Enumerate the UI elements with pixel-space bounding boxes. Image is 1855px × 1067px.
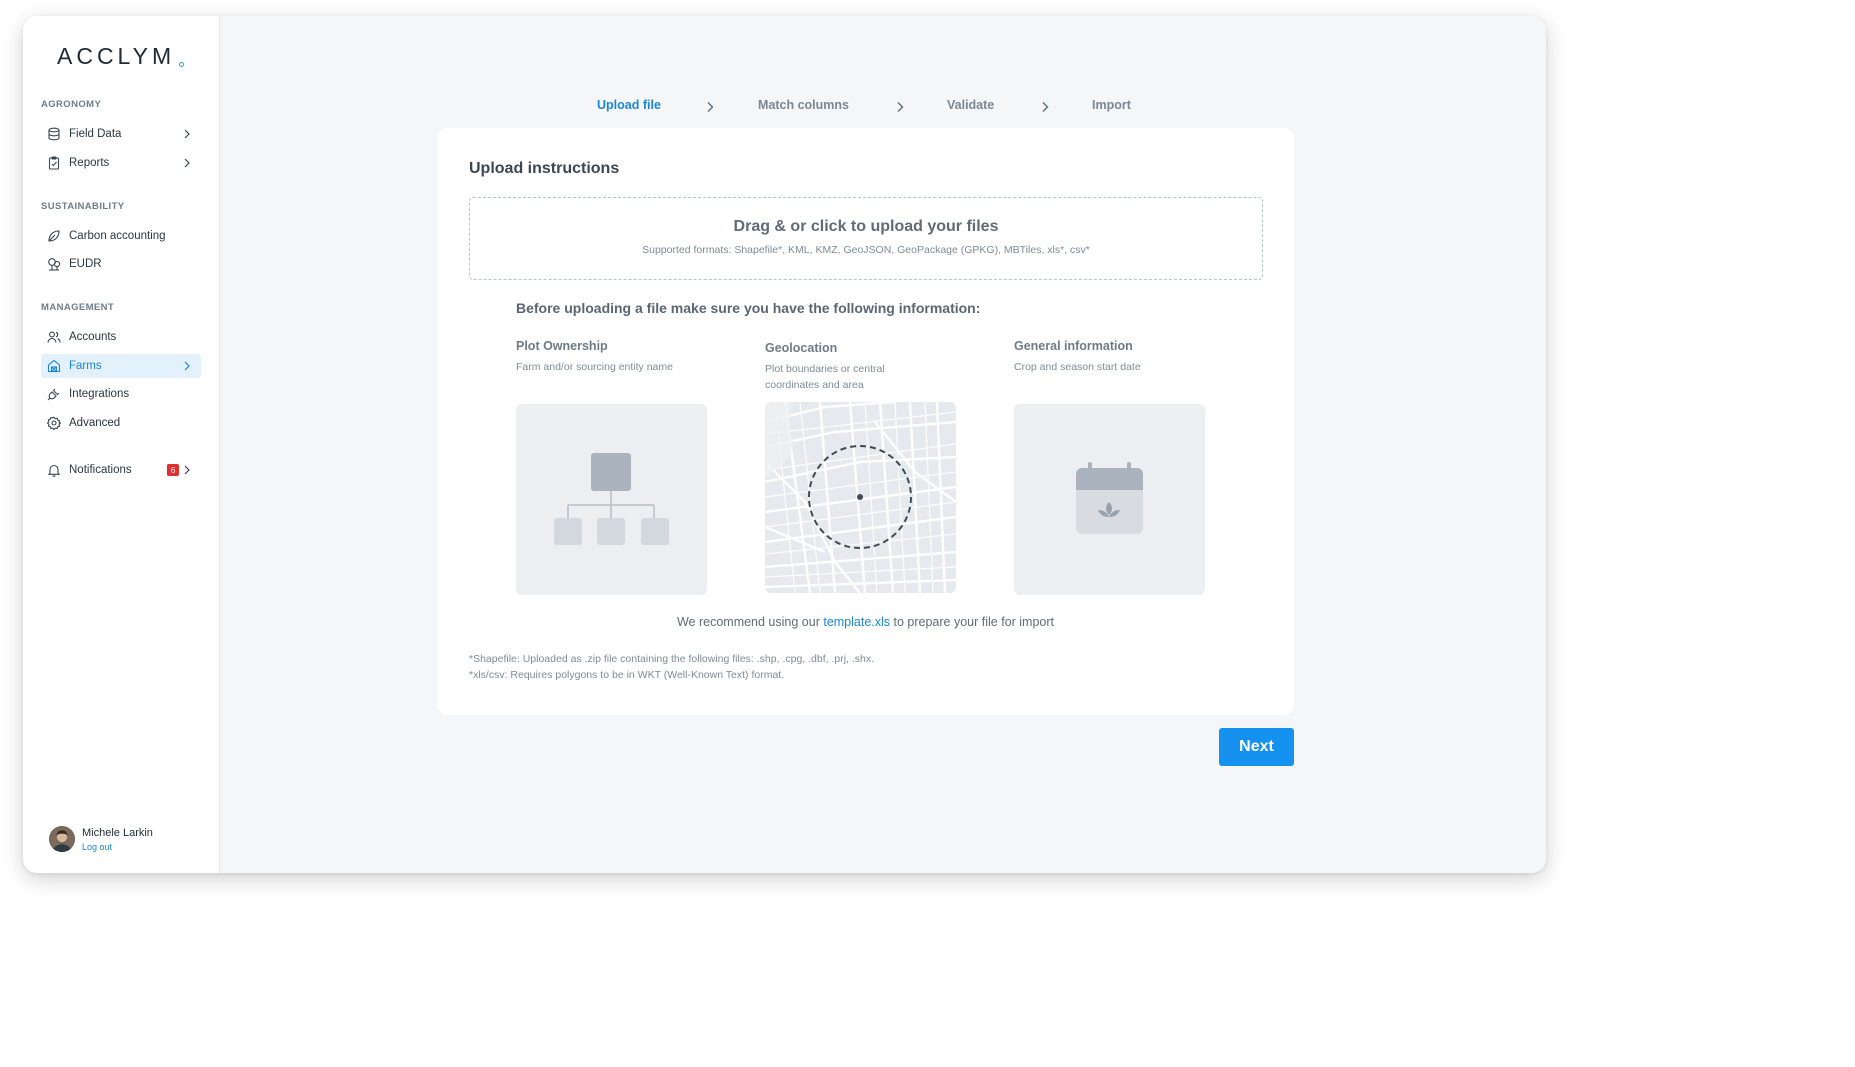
app-window: ACCLYM AGRONOMY Field Data Reports SUSTA…	[23, 16, 1546, 873]
logout-link[interactable]: Log out	[82, 842, 153, 852]
sidebar-item-label: EUDR	[69, 258, 102, 270]
chevron-right-icon	[184, 158, 190, 168]
sidebar-item-reports[interactable]: Reports	[41, 151, 201, 175]
sidebar-item-label: Accounts	[69, 331, 117, 343]
chevron-right-icon	[184, 465, 190, 475]
footnote-xls-csv: *xls/csv: Requires polygons to be in WKT…	[469, 669, 785, 681]
chevron-right-icon	[184, 129, 190, 139]
sidebar-item-label: Carbon accounting	[69, 230, 166, 242]
requirement-desc: Crop and season start date	[1014, 361, 1141, 373]
requirement-title: General information	[1014, 339, 1133, 353]
gear-icon	[47, 416, 61, 430]
step-match-columns[interactable]: Match columns	[758, 98, 849, 112]
notification-count-badge: 6	[167, 464, 179, 476]
requirement-plot-ownership: Plot Ownership Farm and/or sourcing enti…	[516, 339, 708, 375]
sidebar-item-label: Field Data	[69, 128, 122, 140]
users-icon	[47, 330, 61, 344]
sidebar-item-label: Notifications	[69, 464, 132, 476]
recommend-prefix: We recommend using our	[676, 615, 824, 629]
requirement-title: Geolocation	[765, 341, 838, 355]
logo: ACCLYM	[57, 43, 176, 69]
requirements-heading: Before uploading a file make sure you ha…	[516, 300, 981, 316]
step-import[interactable]: Import	[1092, 98, 1131, 112]
sidebar-item-integrations[interactable]: Integrations	[41, 382, 201, 406]
requirement-desc-line: coordinates and area	[765, 379, 864, 391]
sidebar-item-label: Integrations	[69, 388, 130, 400]
user-name: Michele Larkin	[82, 826, 153, 839]
requirement-desc: Farm and/or sourcing entity name	[516, 361, 673, 373]
requirement-geolocation: Geolocation Plot boundaries or central c…	[765, 341, 957, 393]
requirement-title: Plot Ownership	[516, 339, 608, 353]
bell-icon	[47, 463, 61, 477]
chevron-right-icon	[184, 361, 190, 371]
farm-icon	[47, 359, 61, 373]
general-information-tile	[1014, 404, 1205, 595]
trees-icon	[47, 257, 61, 271]
sidebar: ACCLYM AGRONOMY Field Data Reports SUSTA…	[23, 16, 220, 873]
sidebar-item-notifications[interactable]: Notifications 6	[41, 458, 201, 482]
section-title-sustainability: SUSTAINABILITY	[41, 201, 125, 212]
sidebar-item-farms[interactable]: Farms	[41, 354, 201, 378]
avatar[interactable]	[49, 826, 75, 852]
section-title-agronomy: AGRONOMY	[41, 99, 102, 110]
footnote-shapefile: *Shapefile: Uploaded as .zip file contai…	[469, 653, 875, 665]
logo-dot	[179, 62, 184, 67]
recommend-suffix: to prepare your file for import	[890, 615, 1055, 629]
sidebar-item-accounts[interactable]: Accounts	[41, 325, 201, 349]
section-title-management: MANAGEMENT	[41, 302, 115, 313]
map-icon	[765, 402, 956, 593]
file-dropzone[interactable]: Drag & or click to upload your files Sup…	[469, 197, 1263, 280]
chevron-right-icon	[707, 102, 714, 112]
plug-icon	[47, 387, 61, 401]
sidebar-item-eudr[interactable]: EUDR	[41, 252, 201, 276]
requirement-desc: Plot boundaries or central coordinates a…	[765, 361, 957, 393]
upload-card: Upload instructions Drag & or click to u…	[437, 128, 1294, 715]
sidebar-item-carbon-accounting[interactable]: Carbon accounting	[41, 224, 201, 248]
chevron-right-icon	[1042, 102, 1049, 112]
requirement-general-information: General information Crop and season star…	[1014, 339, 1206, 375]
leaf-icon	[47, 229, 61, 243]
calendar-icon	[1076, 462, 1143, 534]
geolocation-tile	[765, 402, 956, 593]
next-button[interactable]: Next	[1219, 728, 1294, 766]
sidebar-item-label: Farms	[69, 360, 102, 372]
requirement-desc-line: Plot boundaries or central	[765, 363, 885, 375]
dropzone-formats: Supported formats: Shapefile*, KML, KMZ,…	[642, 244, 1090, 256]
step-upload-file[interactable]: Upload file	[597, 98, 661, 112]
template-recommendation: We recommend using our template.xls to p…	[437, 615, 1294, 629]
sidebar-item-advanced[interactable]: Advanced	[41, 411, 201, 435]
step-validate[interactable]: Validate	[947, 98, 994, 112]
database-icon	[47, 127, 61, 141]
user-profile: Michele Larkin Log out	[49, 826, 153, 852]
hierarchy-icon	[554, 453, 669, 545]
plot-ownership-tile	[516, 404, 707, 595]
chevron-right-icon	[897, 102, 904, 112]
template-download-link[interactable]: template.xls	[823, 615, 890, 629]
card-title: Upload instructions	[469, 160, 620, 177]
clipboard-icon	[47, 156, 61, 170]
sidebar-item-label: Advanced	[69, 417, 121, 429]
dropzone-title: Drag & or click to upload your files	[733, 218, 999, 235]
sidebar-item-field-data[interactable]: Field Data	[41, 122, 201, 146]
sidebar-item-label: Reports	[69, 157, 110, 169]
